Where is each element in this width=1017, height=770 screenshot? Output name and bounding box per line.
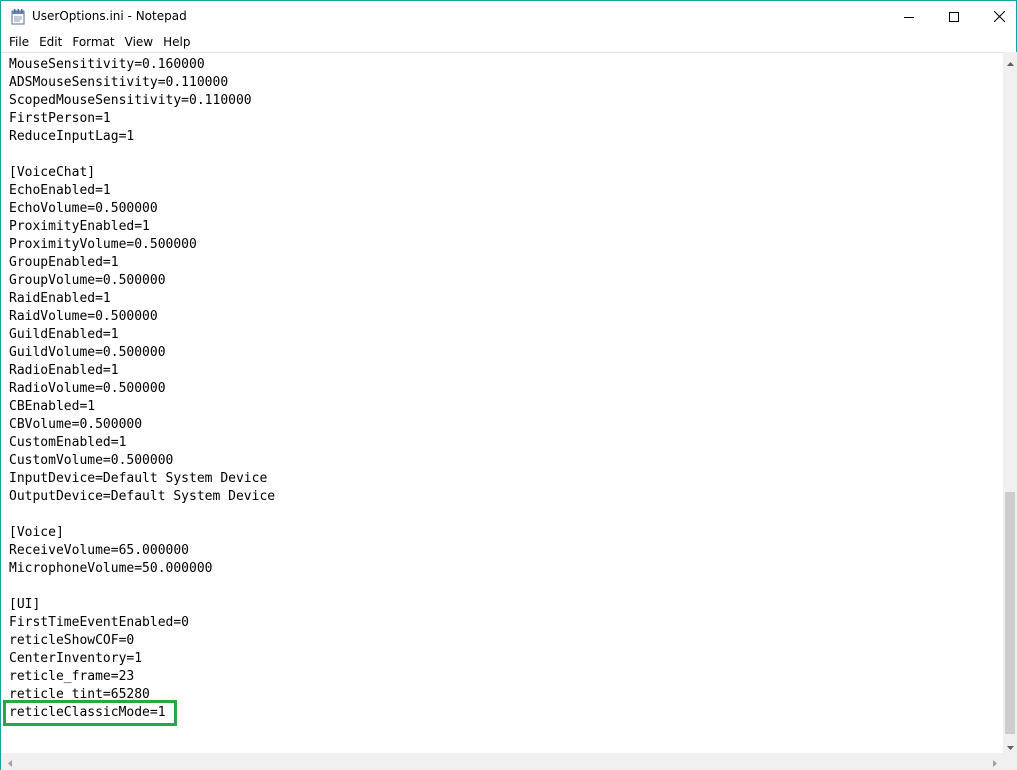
chevron-up-icon (1006, 51, 1014, 70)
text-line[interactable]: GroupEnabled=1 (9, 254, 275, 272)
text-line[interactable]: RadioEnabled=1 (9, 362, 275, 380)
text-line[interactable]: ReceiveVolume=65.000000 (9, 542, 275, 560)
text-line[interactable]: InputDevice=Default System Device (9, 470, 275, 488)
text-line[interactable]: [UI] (9, 596, 275, 614)
text-line[interactable] (9, 506, 275, 524)
minimize-icon (904, 7, 914, 26)
text-line[interactable]: reticleShowCOF=0 (9, 632, 275, 650)
text-line[interactable]: CBVolume=0.500000 (9, 416, 275, 434)
scroll-left-button[interactable] (1, 753, 18, 770)
maximize-button[interactable] (931, 1, 977, 32)
vertical-scrollbar[interactable] (1003, 52, 1017, 753)
text-line[interactable]: CustomEnabled=1 (9, 434, 275, 452)
vertical-scroll-thumb[interactable] (1005, 492, 1015, 734)
menu-edit[interactable]: Edit (34, 32, 67, 52)
text-line[interactable]: RaidEnabled=1 (9, 290, 275, 308)
text-line[interactable]: [VoiceChat] (9, 164, 275, 182)
notepad-window: UserOptions.ini - Notepad File Edit Form… (0, 0, 1017, 770)
horizontal-scrollbar[interactable] (1, 753, 1003, 770)
close-icon (993, 7, 1005, 26)
menu-help[interactable]: Help (158, 32, 195, 52)
window-title: UserOptions.ini - Notepad (32, 9, 187, 23)
chevron-down-icon (1006, 735, 1014, 754)
text-line[interactable]: ADSMouseSensitivity=0.110000 (9, 74, 275, 92)
text-line[interactable]: reticle_frame=23 (9, 668, 275, 686)
text-line[interactable]: CenterInventory=1 (9, 650, 275, 668)
text-line[interactable]: MouseSensitivity=0.160000 (9, 56, 275, 74)
text-line[interactable]: CBEnabled=1 (9, 398, 275, 416)
minimize-button[interactable] (886, 1, 932, 32)
text-line[interactable]: CustomVolume=0.500000 (9, 452, 275, 470)
scroll-right-button[interactable] (986, 753, 1003, 770)
text-line[interactable]: MicrophoneVolume=50.000000 (9, 560, 275, 578)
text-line[interactable]: FirstTimeEventEnabled=0 (9, 614, 275, 632)
scroll-down-button[interactable] (1003, 736, 1017, 753)
text-line[interactable]: OutputDevice=Default System Device (9, 488, 275, 506)
text-line[interactable]: ProximityEnabled=1 (9, 218, 275, 236)
maximize-icon (949, 7, 959, 26)
text-line[interactable]: GroupVolume=0.500000 (9, 272, 275, 290)
text-line[interactable]: RaidVolume=0.500000 (9, 308, 275, 326)
menu-bar: File Edit Format View Help (1, 32, 1016, 52)
chevron-left-icon (7, 752, 12, 770)
text-line[interactable]: EchoEnabled=1 (9, 182, 275, 200)
text-line[interactable]: ScopedMouseSensitivity=0.110000 (9, 92, 275, 110)
text-line[interactable] (9, 146, 275, 164)
text-line[interactable]: RadioVolume=0.500000 (9, 380, 275, 398)
text-line[interactable]: [Voice] (9, 524, 275, 542)
text-line[interactable]: GuildEnabled=1 (9, 326, 275, 344)
menu-file[interactable]: File (4, 32, 34, 52)
notepad-icon[interactable] (11, 9, 26, 25)
text-line[interactable] (9, 578, 275, 596)
menu-format[interactable]: Format (67, 32, 119, 52)
scrollbar-corner (1003, 753, 1017, 770)
chevron-right-icon (992, 752, 997, 770)
text-line[interactable]: FirstPerson=1 (9, 110, 275, 128)
text-line[interactable]: ReduceInputLag=1 (9, 128, 275, 146)
title-bar[interactable]: UserOptions.ini - Notepad (1, 1, 1016, 32)
close-button[interactable] (976, 1, 1017, 32)
menu-view[interactable]: View (120, 32, 158, 52)
highlight-box (3, 700, 177, 726)
editor-text[interactable]: MouseSensitivity=0.160000 ADSMouseSensiti… (9, 56, 275, 722)
scroll-up-button[interactable] (1003, 52, 1017, 69)
text-line[interactable]: ProximityVolume=0.500000 (9, 236, 275, 254)
text-line[interactable]: GuildVolume=0.500000 (9, 344, 275, 362)
text-editor[interactable]: MouseSensitivity=0.160000 ADSMouseSensiti… (1, 52, 1003, 753)
text-line[interactable]: EchoVolume=0.500000 (9, 200, 275, 218)
